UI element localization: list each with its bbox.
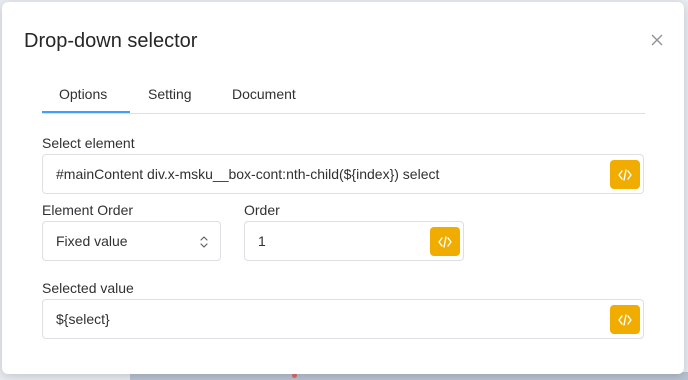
order-label: Order — [244, 202, 280, 218]
tab-bar: Options Setting Document — [42, 80, 645, 114]
tab-options[interactable]: Options — [59, 86, 107, 102]
code-icon — [438, 235, 452, 248]
select-element-input[interactable] — [43, 155, 643, 193]
selected-value-input[interactable] — [43, 300, 643, 338]
dialog-title: Drop-down selector — [24, 30, 198, 52]
tab-document[interactable]: Document — [232, 86, 296, 102]
code-icon — [618, 168, 632, 181]
order-field — [244, 221, 464, 261]
element-order-label: Element Order — [42, 202, 134, 218]
select-element-label: Select element — [42, 135, 135, 151]
order-code-button[interactable] — [430, 227, 460, 256]
selected-value-code-button[interactable] — [610, 305, 640, 334]
dropdown-selector-dialog: Drop-down selector Options Setting Docum… — [2, 2, 684, 374]
selected-value-label: Selected value — [42, 280, 134, 296]
tab-setting[interactable]: Setting — [148, 86, 192, 102]
select-element-code-button[interactable] — [610, 160, 640, 189]
active-tab-indicator — [42, 111, 130, 113]
element-order-select[interactable]: Fixed value — [42, 221, 221, 261]
code-icon — [618, 313, 632, 326]
close-button[interactable] — [647, 30, 667, 50]
selected-value-field — [42, 299, 644, 339]
close-icon — [651, 34, 663, 46]
element-order-value: Fixed value — [56, 233, 128, 249]
select-element-field — [42, 154, 644, 194]
chevron-up-down-icon — [200, 236, 208, 248]
